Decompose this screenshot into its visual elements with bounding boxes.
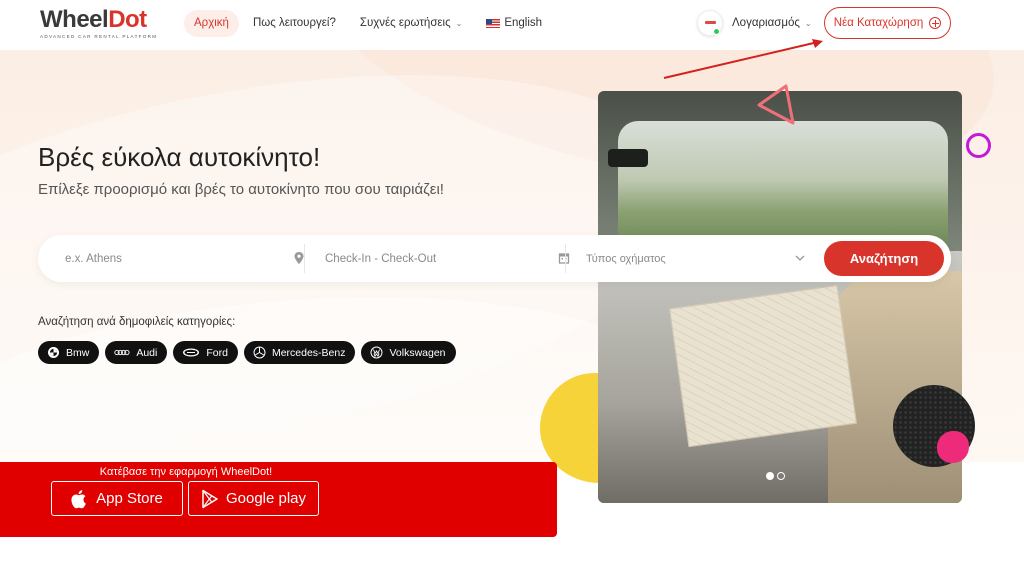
vehicle-type-select[interactable]: Τύπος οχήματος [586,235,806,282]
circle-decoration-icon [966,133,991,158]
google-play-button[interactable]: Google play [188,481,319,516]
slider-dot-1[interactable] [766,472,774,480]
bmw-logo-icon [48,347,59,358]
plus-circle-icon [929,17,942,29]
wheeldot-logo[interactable]: WheelDot ADVANCED CAR RENTAL PLATFORM [40,8,165,42]
nav-item-home[interactable]: Αρχική [184,10,239,37]
search-bar: e.x. Athens Check-In - Check-Out Τύπος ο… [38,235,951,282]
nav-item-faq[interactable]: Συχνές ερωτήσεις ⌄ [350,10,473,37]
chevron-down-icon: ⌄ [804,18,812,28]
main-nav: Αρχική Πως λειτουργεί? Συχνές ερωτήσεις ⌄… [184,10,556,37]
apple-icon [71,489,86,508]
account-label: Λογαριασμός [732,17,800,29]
date-range-input[interactable]: Check-In - Check-Out [325,235,570,282]
category-chip-ford[interactable]: Ford [173,341,238,364]
audi-logo-icon [114,349,130,356]
app-download-banner: Κατέβασε την εφαρμογή WheelDot! App Stor… [0,462,557,537]
search-button[interactable]: Αναζήτηση [824,241,944,276]
avatar [697,10,723,36]
online-status-icon [713,28,720,35]
category-chip-audi[interactable]: Audi [105,341,168,364]
slider-dot-2[interactable] [777,472,785,480]
category-chip-mercedes-benz[interactable]: Mercedes-Benz [243,341,356,364]
calendar-icon [558,253,570,264]
category-chips: Bmw Audi Ford Mercedes-Benz Volkswagen [38,341,462,364]
nav-item-how-it-works[interactable]: Πως λειτουργεί? [243,10,346,37]
app-banner-caption: Κατέβασε την εφαρμογή WheelDot! [99,466,273,478]
us-flag-icon [486,19,501,28]
site-header: WheelDot ADVANCED CAR RENTAL PLATFORM Αρ… [0,0,1024,50]
hero-subtitle: Επίλεξε προορισμό και βρές το αυτοκίνητο… [38,181,444,198]
pink-decoration [937,431,969,463]
app-store-button[interactable]: App Store [51,481,183,516]
ford-logo-icon [183,348,200,357]
volkswagen-logo-icon [370,346,383,359]
chevron-down-icon [795,255,805,261]
annotation-arrow-icon [663,39,823,79]
category-chip-volkswagen[interactable]: Volkswagen [361,341,456,364]
new-listing-button[interactable]: Νέα Καταχώρηση [824,7,951,39]
hero-title: Βρές εύκολα αυτοκίνητο! [38,142,321,172]
account-menu[interactable]: Λογαριασμός ⌄ [697,10,812,36]
mercedes-logo-icon [253,346,266,359]
location-input[interactable]: e.x. Athens [65,235,305,282]
chevron-down-icon: ⌄ [455,19,463,28]
triangle-decoration-icon [757,84,795,125]
google-play-icon [202,489,218,508]
language-selector[interactable]: English [476,10,552,37]
slider-dots [766,472,788,480]
categories-label: Αναζήτηση ανά δημοφιλείς κατηγορίες: [38,316,236,328]
category-chip-bmw[interactable]: Bmw [38,341,100,364]
